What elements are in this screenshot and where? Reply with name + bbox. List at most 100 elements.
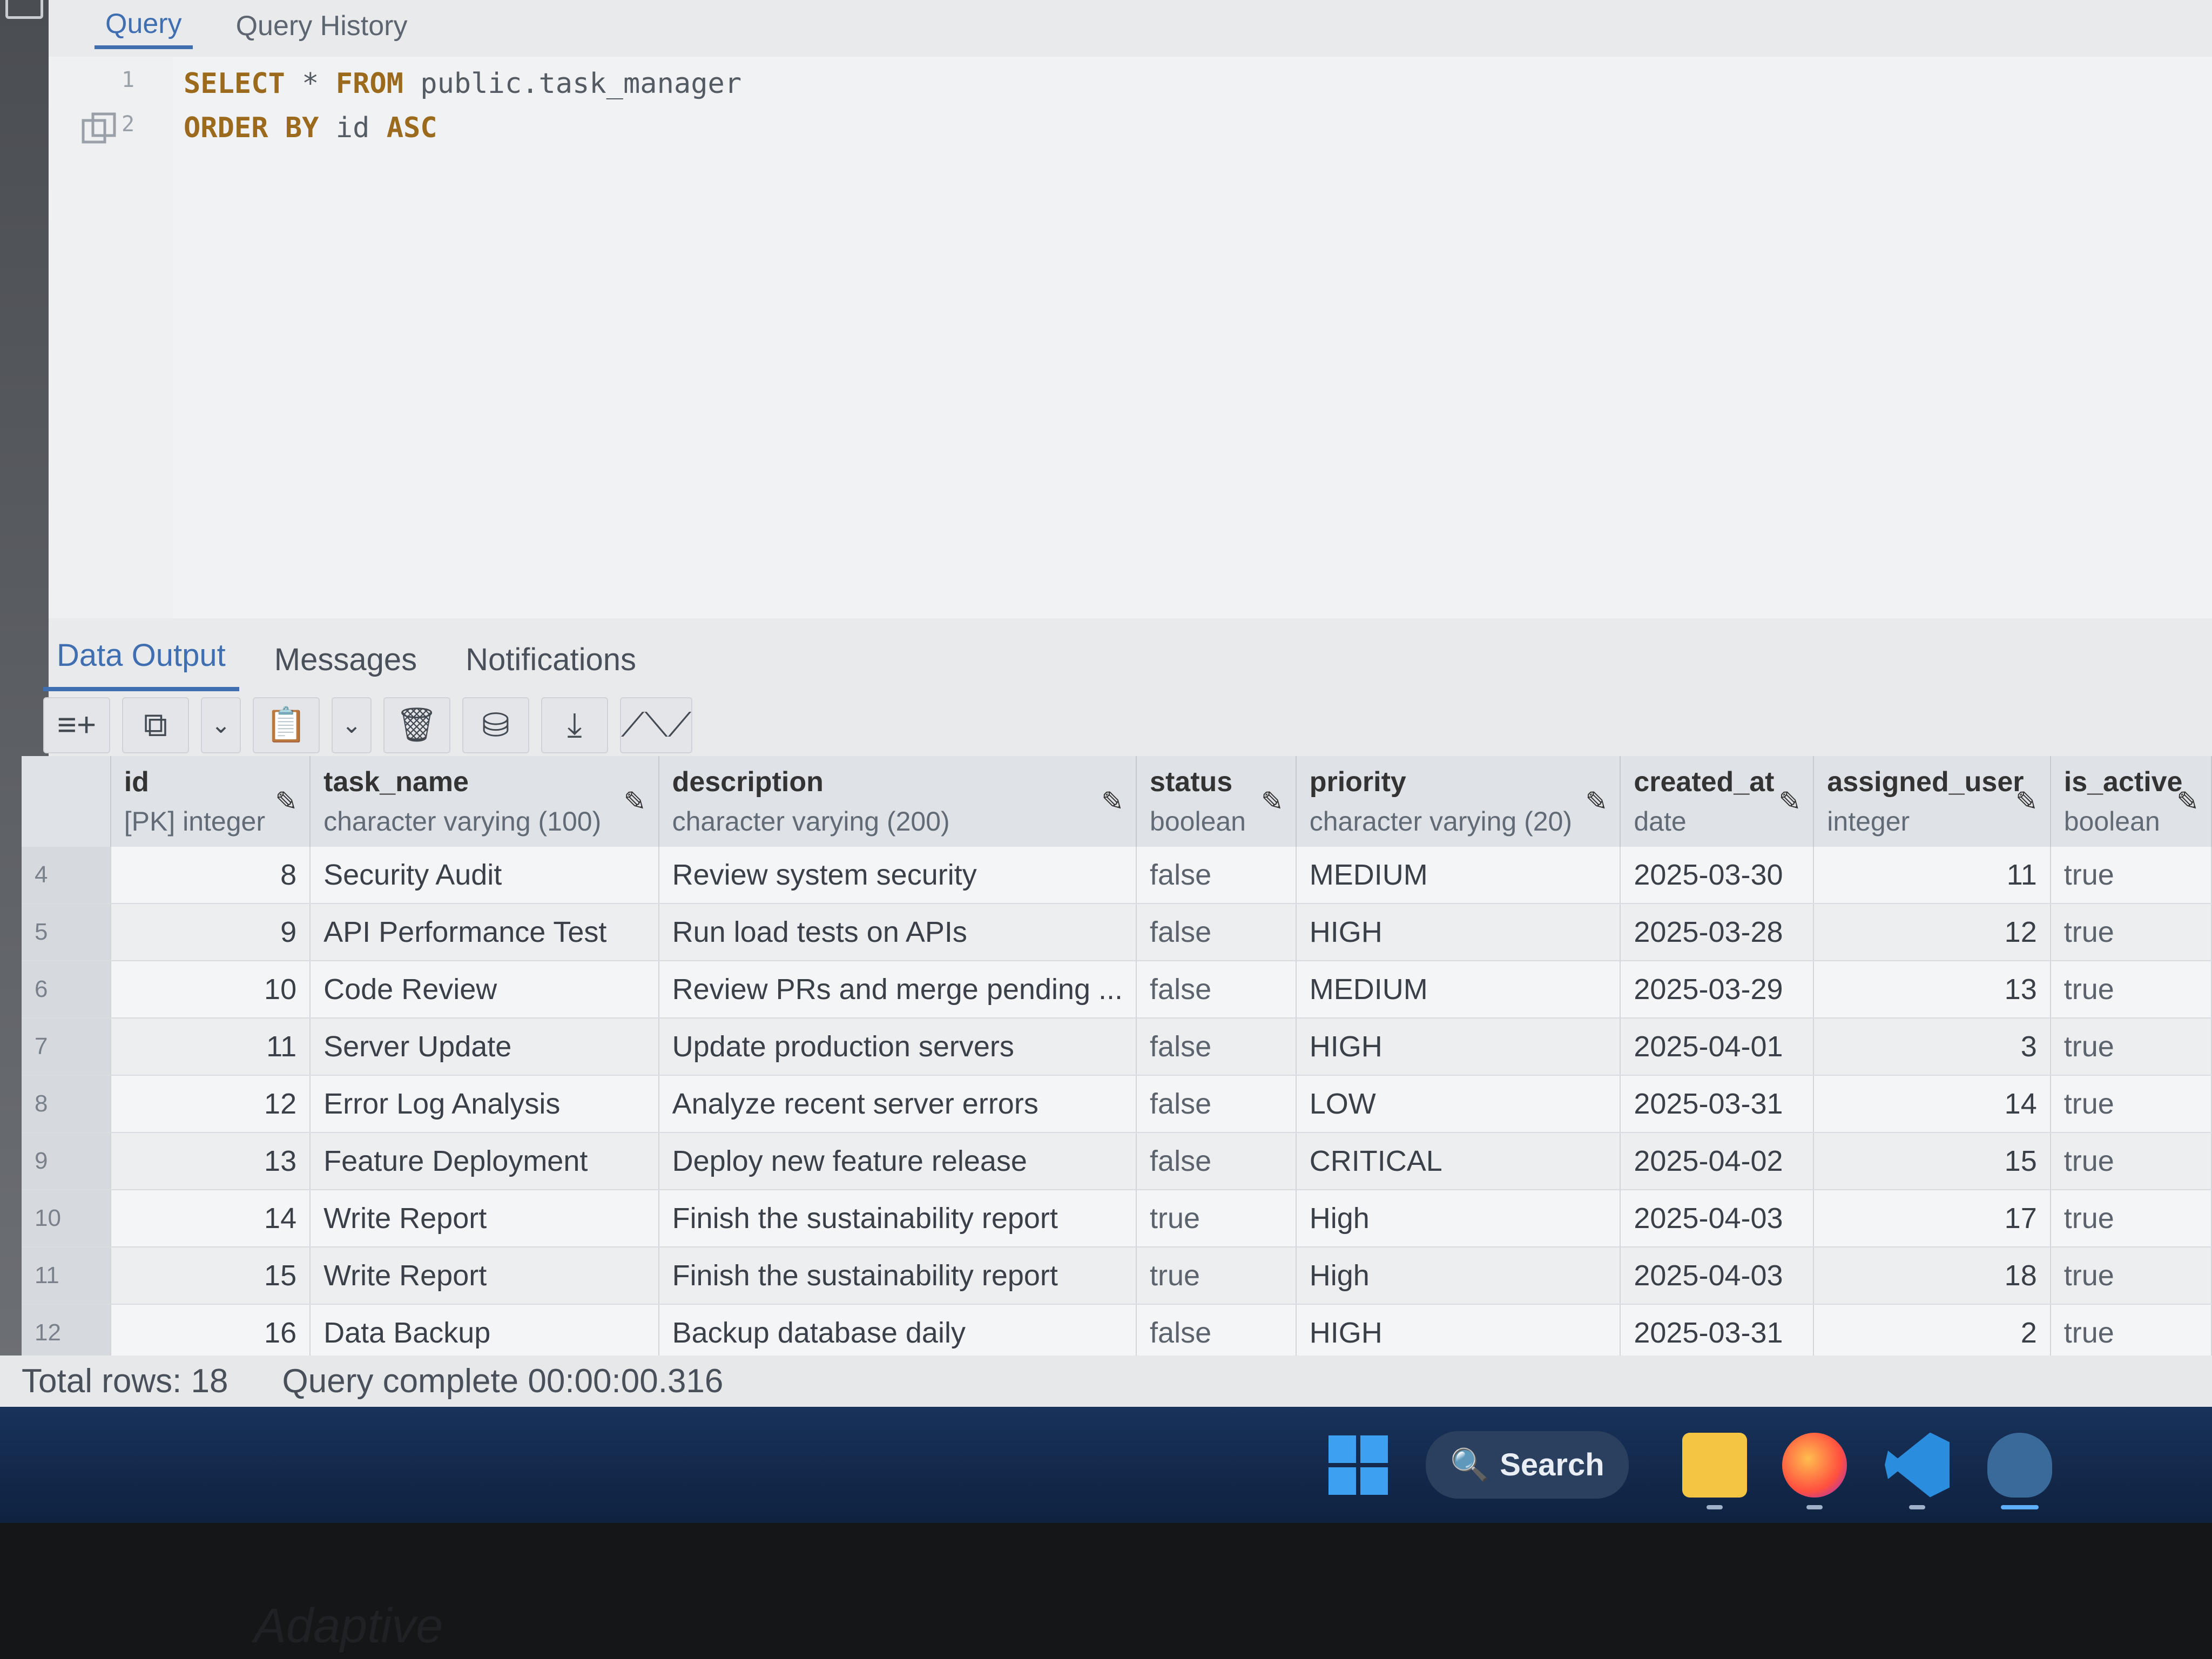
cell-is-active[interactable]: true xyxy=(2050,1075,2212,1133)
cell-priority[interactable]: HIGH xyxy=(1296,903,1621,961)
cell-created-at[interactable]: 2025-04-02 xyxy=(1620,1132,1815,1190)
cell-created-at[interactable]: 2025-03-30 xyxy=(1620,847,1815,904)
cell-created-at[interactable]: 2025-04-03 xyxy=(1620,1190,1815,1247)
delete-button[interactable]: 🗑 xyxy=(383,697,450,753)
cell-task-name[interactable]: Server Update xyxy=(310,1018,659,1076)
column-header-priority[interactable]: priority character varying (20) ✎ xyxy=(1296,756,1621,847)
row-number[interactable]: 8 xyxy=(22,1075,111,1133)
column-header-status[interactable]: status boolean ✎ xyxy=(1136,756,1297,847)
tab-messages[interactable]: Messages xyxy=(261,642,430,691)
start-button[interactable] xyxy=(1328,1431,1388,1499)
cell-priority[interactable]: High xyxy=(1296,1247,1621,1305)
cell-created-at[interactable]: 2025-03-28 xyxy=(1620,903,1815,961)
cell-task-name[interactable]: Data Backup xyxy=(310,1304,659,1355)
cell-task-name[interactable]: Error Log Analysis xyxy=(310,1075,659,1133)
cell-description[interactable]: Backup database daily xyxy=(658,1304,1137,1355)
cell-description[interactable]: Analyze recent server errors xyxy=(658,1075,1137,1133)
cell-id[interactable]: 10 xyxy=(110,961,311,1019)
cell-assigned-user[interactable]: 11 xyxy=(1813,847,2051,904)
tab-query[interactable]: Query xyxy=(95,8,193,49)
row-number[interactable]: 12 xyxy=(22,1304,111,1355)
taskbar-search[interactable]: 🔍 Search xyxy=(1426,1431,1629,1499)
cell-status[interactable]: false xyxy=(1136,847,1297,904)
graph-visualiser-button[interactable]: ⟋⟍⟋ xyxy=(620,697,693,753)
row-number[interactable]: 6 xyxy=(22,961,111,1019)
cell-priority[interactable]: HIGH xyxy=(1296,1304,1621,1355)
cell-status[interactable]: true xyxy=(1136,1247,1297,1305)
row-number[interactable]: 7 xyxy=(22,1018,111,1076)
cell-id[interactable]: 8 xyxy=(110,847,311,904)
pgadmin-button[interactable] xyxy=(1987,1431,2052,1509)
tab-data-output[interactable]: Data Output xyxy=(43,637,239,691)
tab-notifications[interactable]: Notifications xyxy=(452,642,650,691)
cell-status[interactable]: false xyxy=(1136,1132,1297,1190)
cell-is-active[interactable]: true xyxy=(2050,1018,2212,1076)
cell-description[interactable]: Update production servers xyxy=(658,1018,1137,1076)
cell-description[interactable]: Finish the sustainability report xyxy=(658,1247,1137,1305)
column-header-task-name[interactable]: task_name character varying (100) ✎ xyxy=(310,756,659,847)
cell-is-active[interactable]: true xyxy=(2050,1247,2212,1305)
cell-description[interactable]: Run load tests on APIs xyxy=(658,903,1137,961)
column-header-assigned-user[interactable]: assigned_user integer ✎ xyxy=(1813,756,2051,847)
table-row[interactable]: 10 14 Write Report Finish the sustainabilit… xyxy=(22,1190,2212,1247)
cell-created-at[interactable]: 2025-03-31 xyxy=(1620,1304,1815,1355)
cell-created-at[interactable]: 2025-03-31 xyxy=(1620,1075,1815,1133)
cell-status[interactable]: false xyxy=(1136,1304,1297,1355)
row-number[interactable]: 10 xyxy=(22,1190,111,1247)
table-row[interactable]: 6 10 Code Review Review PRs and merge pendi… xyxy=(22,961,2212,1019)
cell-is-active[interactable]: true xyxy=(2050,1132,2212,1190)
file-explorer-button[interactable] xyxy=(1682,1431,1747,1509)
cell-created-at[interactable]: 2025-04-03 xyxy=(1620,1247,1815,1305)
cell-id[interactable]: 11 xyxy=(110,1018,311,1076)
row-number[interactable]: 5 xyxy=(22,903,111,961)
firefox-button[interactable] xyxy=(1782,1431,1847,1509)
sql-editor[interactable]: 1 SELECT * FROM public.task_manager 2 ORDER… xyxy=(122,57,2212,618)
cell-assigned-user[interactable]: 14 xyxy=(1813,1075,2051,1133)
cell-assigned-user[interactable]: 17 xyxy=(1813,1190,2051,1247)
row-number[interactable]: 11 xyxy=(22,1247,111,1305)
table-row[interactable]: 8 12 Error Log Analysis Analyze recent serv… xyxy=(22,1075,2212,1133)
table-row[interactable]: 5 9 API Performance Test Run load tests on … xyxy=(22,903,2212,961)
row-number[interactable]: 9 xyxy=(22,1132,111,1190)
cell-assigned-user[interactable]: 13 xyxy=(1813,961,2051,1019)
column-header-description[interactable]: description character varying (200) ✎ xyxy=(658,756,1137,847)
cell-is-active[interactable]: true xyxy=(2050,1304,2212,1355)
table-row[interactable]: 7 11 Server Update Update production server… xyxy=(22,1018,2212,1076)
paste-options-button[interactable]: ⌄ xyxy=(332,697,372,753)
cell-assigned-user[interactable]: 18 xyxy=(1813,1247,2051,1305)
cell-description[interactable]: Review system security xyxy=(658,847,1137,904)
cell-assigned-user[interactable]: 3 xyxy=(1813,1018,2051,1076)
cell-id[interactable]: 16 xyxy=(110,1304,311,1355)
cell-created-at[interactable]: 2025-04-01 xyxy=(1620,1018,1815,1076)
cell-status[interactable]: false xyxy=(1136,961,1297,1019)
table-row[interactable]: 11 15 Write Report Finish the sustainabilit… xyxy=(22,1247,2212,1305)
row-number[interactable]: 4 xyxy=(22,847,111,904)
vscode-button[interactable] xyxy=(1885,1431,1950,1509)
cell-assigned-user[interactable]: 2 xyxy=(1813,1304,2051,1355)
cell-task-name[interactable]: API Performance Test xyxy=(310,903,659,961)
cell-id[interactable]: 14 xyxy=(110,1190,311,1247)
cell-description[interactable]: Deploy new feature release xyxy=(658,1132,1137,1190)
scratch-pad-icon[interactable] xyxy=(80,111,118,149)
copy-options-button[interactable]: ⌄ xyxy=(201,697,241,753)
cell-status[interactable]: false xyxy=(1136,1075,1297,1133)
cell-priority[interactable]: HIGH xyxy=(1296,1018,1621,1076)
object-explorer-icon[interactable] xyxy=(5,0,43,19)
cell-id[interactable]: 13 xyxy=(110,1132,311,1190)
column-header-id[interactable]: id [PK] integer ✎ xyxy=(110,756,311,847)
cell-priority[interactable]: High xyxy=(1296,1190,1621,1247)
cell-assigned-user[interactable]: 15 xyxy=(1813,1132,2051,1190)
add-row-button[interactable]: ≡+ xyxy=(43,697,110,753)
cell-status[interactable]: false xyxy=(1136,1018,1297,1076)
cell-task-name[interactable]: Write Report xyxy=(310,1247,659,1305)
cell-task-name[interactable]: Feature Deployment xyxy=(310,1132,659,1190)
cell-is-active[interactable]: true xyxy=(2050,847,2212,904)
cell-priority[interactable]: CRITICAL xyxy=(1296,1132,1621,1190)
table-row[interactable]: 9 13 Feature Deployment Deploy new feature … xyxy=(22,1132,2212,1190)
cell-id[interactable]: 12 xyxy=(110,1075,311,1133)
cell-description[interactable]: Review PRs and merge pending ... xyxy=(658,961,1137,1019)
data-grid[interactable]: id [PK] integer ✎ task_name character varyin… xyxy=(22,756,2212,1355)
cell-is-active[interactable]: true xyxy=(2050,1190,2212,1247)
cell-created-at[interactable]: 2025-03-29 xyxy=(1620,961,1815,1019)
column-header-created-at[interactable]: created_at date ✎ xyxy=(1620,756,1815,847)
